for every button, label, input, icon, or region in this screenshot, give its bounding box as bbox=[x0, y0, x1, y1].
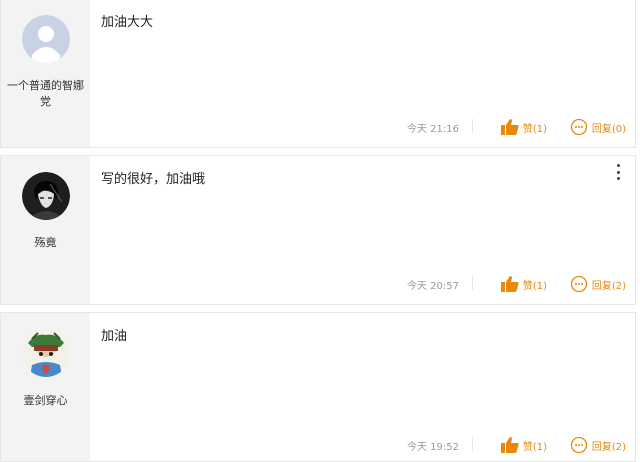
more-vertical-icon[interactable] bbox=[615, 164, 621, 180]
like-button[interactable]: 赞(1) bbox=[500, 435, 547, 455]
divider bbox=[472, 119, 473, 133]
reply-label: 回复(2) bbox=[591, 441, 626, 453]
comment-footer: 今天 21:16 赞(1) 回复(0) bbox=[90, 117, 635, 137]
comment-reply-icon bbox=[570, 118, 587, 136]
comment-text: 写的很好，加油哦 bbox=[101, 172, 206, 187]
like-button[interactable]: 赞(1) bbox=[500, 274, 547, 294]
username[interactable]: 殇竟 bbox=[1, 235, 90, 251]
comment-reply-icon bbox=[570, 436, 587, 454]
reply-label: 回复(2) bbox=[591, 280, 626, 292]
comment-card: 殇竟 写的很好，加油哦 今天 20:57 赞(1) 回复(2) bbox=[0, 155, 636, 305]
comment-time: 今天 19:52 bbox=[407, 442, 459, 453]
user-avatar[interactable] bbox=[22, 329, 70, 377]
username[interactable]: 壹剑穿心 bbox=[1, 393, 90, 409]
comment-footer: 今天 19:52 赞(1) 回复(2) bbox=[90, 435, 635, 455]
comment-author-panel: 一个普通的智娜 党 bbox=[1, 0, 90, 147]
comment-reply-icon bbox=[570, 275, 587, 293]
comment-card: 一个普通的智娜 党 加油大大 今天 21:16 赞(1) 回复(0) bbox=[0, 0, 636, 148]
comment-author-panel: 壹剑穿心 bbox=[1, 313, 90, 461]
comment-text: 加油大大 bbox=[101, 15, 154, 30]
like-label: 赞(1) bbox=[522, 280, 547, 292]
comment-card: 壹剑穿心 加油 今天 19:52 赞(1) 回复(2) bbox=[0, 312, 636, 462]
divider bbox=[472, 276, 473, 290]
comment-text: 加油 bbox=[101, 329, 128, 344]
divider bbox=[472, 437, 473, 451]
like-button[interactable]: 赞(1) bbox=[500, 117, 547, 137]
thumbs-up-icon bbox=[500, 437, 519, 453]
comment-author-panel: 殇竟 bbox=[1, 156, 90, 304]
reply-button[interactable]: 回复(0) bbox=[570, 117, 626, 137]
username[interactable]: 一个普通的智娜 党 bbox=[1, 78, 90, 110]
default-avatar-icon[interactable] bbox=[22, 15, 70, 63]
reply-button[interactable]: 回复(2) bbox=[570, 274, 626, 294]
comment-time: 今天 20:57 bbox=[407, 281, 459, 292]
comment-time: 今天 21:16 bbox=[407, 124, 459, 135]
like-label: 赞(1) bbox=[522, 441, 547, 453]
like-label: 赞(1) bbox=[522, 123, 547, 135]
reply-label: 回复(0) bbox=[591, 123, 626, 135]
comment-list: 一个普通的智娜 党 加油大大 今天 21:16 赞(1) 回复(0) 殇竟 写的… bbox=[0, 0, 640, 462]
thumbs-up-icon bbox=[500, 276, 519, 292]
comment-footer: 今天 20:57 赞(1) 回复(2) bbox=[90, 274, 635, 294]
thumbs-up-icon bbox=[500, 119, 519, 135]
reply-button[interactable]: 回复(2) bbox=[570, 435, 626, 455]
user-avatar[interactable] bbox=[22, 172, 70, 220]
